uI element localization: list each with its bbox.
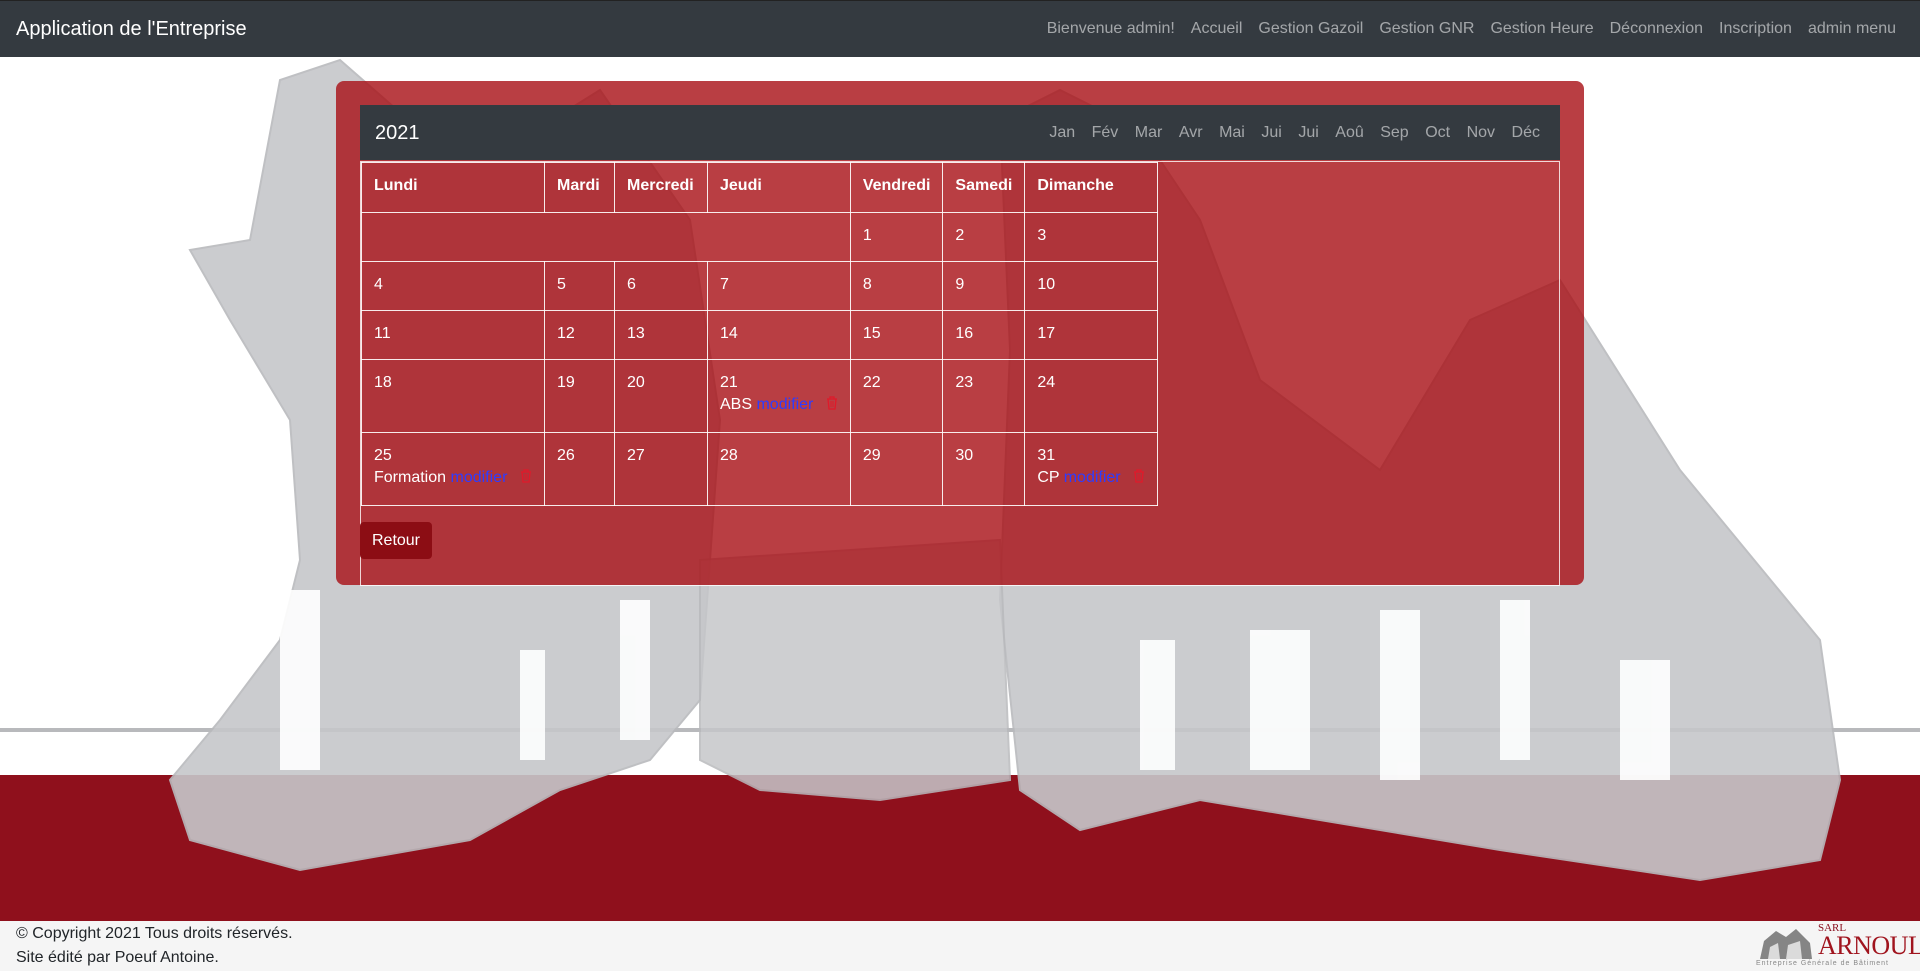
- house-logo-icon: [1760, 929, 1812, 959]
- day-cell[interactable]: 26: [544, 432, 615, 506]
- day-cell[interactable]: 22: [849, 359, 944, 433]
- day-cell[interactable]: 17: [1024, 310, 1159, 360]
- nav-links: Bienvenue admin! Accueil Gestion Gazoil …: [1047, 20, 1896, 38]
- weekday-header: Vendredi: [849, 162, 944, 213]
- event-formation: Formation modifier: [374, 469, 532, 487]
- month-sep[interactable]: Sep: [1380, 124, 1408, 142]
- weekday-header: Dimanche: [1024, 162, 1159, 213]
- month-apr[interactable]: Avr: [1179, 124, 1203, 142]
- weekday-header: Samedi: [942, 162, 1026, 213]
- month-jul[interactable]: Jui: [1298, 124, 1318, 142]
- day-cell[interactable]: 30: [942, 432, 1026, 506]
- month-oct[interactable]: Oct: [1425, 124, 1450, 142]
- trash-icon[interactable]: [826, 396, 838, 410]
- back-button[interactable]: Retour: [360, 522, 432, 559]
- nav-gestion-heure[interactable]: Gestion Heure: [1490, 20, 1593, 38]
- day-number: 31: [1037, 447, 1056, 464]
- footer: © Copyright 2021 Tous droits réservés. S…: [0, 921, 1920, 971]
- day-cell-with-event[interactable]: 25 Formation modifier: [361, 432, 545, 506]
- weekday-header: Mardi: [544, 162, 615, 213]
- nav-welcome[interactable]: Bienvenue admin!: [1047, 20, 1175, 38]
- copyright-text: © Copyright 2021 Tous droits réservés.: [16, 925, 293, 942]
- event-cp: CP modifier: [1037, 469, 1145, 487]
- month-feb[interactable]: Fév: [1092, 124, 1119, 142]
- day-cell[interactable]: 11: [361, 310, 545, 360]
- day-cell[interactable]: 14: [707, 310, 851, 360]
- modifier-link[interactable]: modifier: [756, 396, 813, 413]
- day-cell[interactable]: 13: [614, 310, 708, 360]
- event-abs: ABS modifier: [720, 396, 838, 414]
- day-number: 21: [720, 374, 738, 391]
- day-cell[interactable]: 28: [707, 432, 851, 506]
- logo-name: ARNOULT: [1818, 931, 1920, 960]
- calendar-table-frame: Lundi Mardi Mercredi Jeudi Vendredi Same…: [360, 161, 1560, 586]
- day-cell[interactable]: 20: [614, 359, 708, 433]
- day-cell[interactable]: 12: [544, 310, 615, 360]
- trash-icon[interactable]: [1133, 469, 1145, 483]
- weekday-header: Jeudi: [707, 162, 851, 213]
- trash-icon[interactable]: [520, 469, 532, 483]
- nav-deconnexion[interactable]: Déconnexion: [1610, 20, 1703, 38]
- day-cell[interactable]: 16: [942, 310, 1026, 360]
- event-label: Formation: [374, 469, 447, 486]
- day-number: 25: [374, 447, 392, 464]
- calendar-table: Lundi Mardi Mercredi Jeudi Vendredi Same…: [361, 162, 1159, 506]
- calendar-header: 2021 Jan Fév Mar Avr Mai Jui Jui Aoû Sep…: [360, 105, 1560, 160]
- logo-tagline: Entreprise Générale de Bâtiment: [1756, 960, 1889, 967]
- top-navbar: Application de l'Entreprise Bienvenue ad…: [0, 0, 1920, 57]
- day-cell[interactable]: 27: [614, 432, 708, 506]
- calendar-card: 2021 Jan Fév Mar Avr Mai Jui Jui Aoû Sep…: [336, 81, 1584, 586]
- day-cell[interactable]: 19: [544, 359, 615, 433]
- day-cell[interactable]: 24: [1024, 359, 1159, 433]
- day-cell[interactable]: 2: [942, 212, 1026, 262]
- day-cell[interactable]: 3: [1024, 212, 1159, 262]
- month-aug[interactable]: Aoû: [1335, 124, 1363, 142]
- month-selector: Jan Fév Mar Avr Mai Jui Jui Aoû Sep Oct …: [1033, 124, 1540, 142]
- day-cell[interactable]: 23: [942, 359, 1026, 433]
- nav-admin-menu[interactable]: admin menu: [1808, 20, 1896, 38]
- day-cell[interactable]: 6: [614, 261, 708, 311]
- empty-day-cell: [361, 212, 851, 262]
- calendar-year: 2021: [375, 122, 420, 144]
- month-nov[interactable]: Nov: [1467, 124, 1495, 142]
- month-mar[interactable]: Mar: [1135, 124, 1163, 142]
- month-dec[interactable]: Déc: [1512, 124, 1540, 142]
- month-jun[interactable]: Jui: [1261, 124, 1281, 142]
- day-cell[interactable]: 10: [1024, 261, 1159, 311]
- company-logo: SARL ARNOULT Entreprise Générale de Bâti…: [1752, 922, 1920, 969]
- weekday-header: Lundi: [361, 162, 545, 213]
- event-label: CP: [1037, 469, 1060, 486]
- day-cell[interactable]: 15: [849, 310, 944, 360]
- nav-accueil[interactable]: Accueil: [1191, 20, 1243, 38]
- day-cell[interactable]: 18: [361, 359, 545, 433]
- day-cell[interactable]: 8: [849, 261, 944, 311]
- day-cell[interactable]: 29: [849, 432, 944, 506]
- day-cell[interactable]: 7: [707, 261, 851, 311]
- nav-gestion-gazoil[interactable]: Gestion Gazoil: [1258, 20, 1363, 38]
- app-brand[interactable]: Application de l'Entreprise: [16, 18, 247, 41]
- day-cell[interactable]: 1: [849, 212, 944, 262]
- day-cell[interactable]: 4: [361, 261, 545, 311]
- event-label: ABS: [720, 396, 753, 413]
- day-cell[interactable]: 9: [942, 261, 1026, 311]
- nav-gestion-gnr[interactable]: Gestion GNR: [1379, 20, 1474, 38]
- editor-text: Site édité par Poeuf Antoine.: [16, 949, 219, 966]
- day-cell-with-event[interactable]: 31 CP modifier: [1024, 432, 1159, 506]
- day-cell-with-event[interactable]: 21 ABS modifier: [707, 359, 851, 433]
- weekday-header: Mercredi: [614, 162, 708, 213]
- nav-inscription[interactable]: Inscription: [1719, 20, 1792, 38]
- modifier-link[interactable]: modifier: [1064, 469, 1121, 486]
- modifier-link[interactable]: modifier: [450, 469, 507, 486]
- month-jan[interactable]: Jan: [1049, 124, 1075, 142]
- month-may[interactable]: Mai: [1219, 124, 1245, 142]
- day-cell[interactable]: 5: [544, 261, 615, 311]
